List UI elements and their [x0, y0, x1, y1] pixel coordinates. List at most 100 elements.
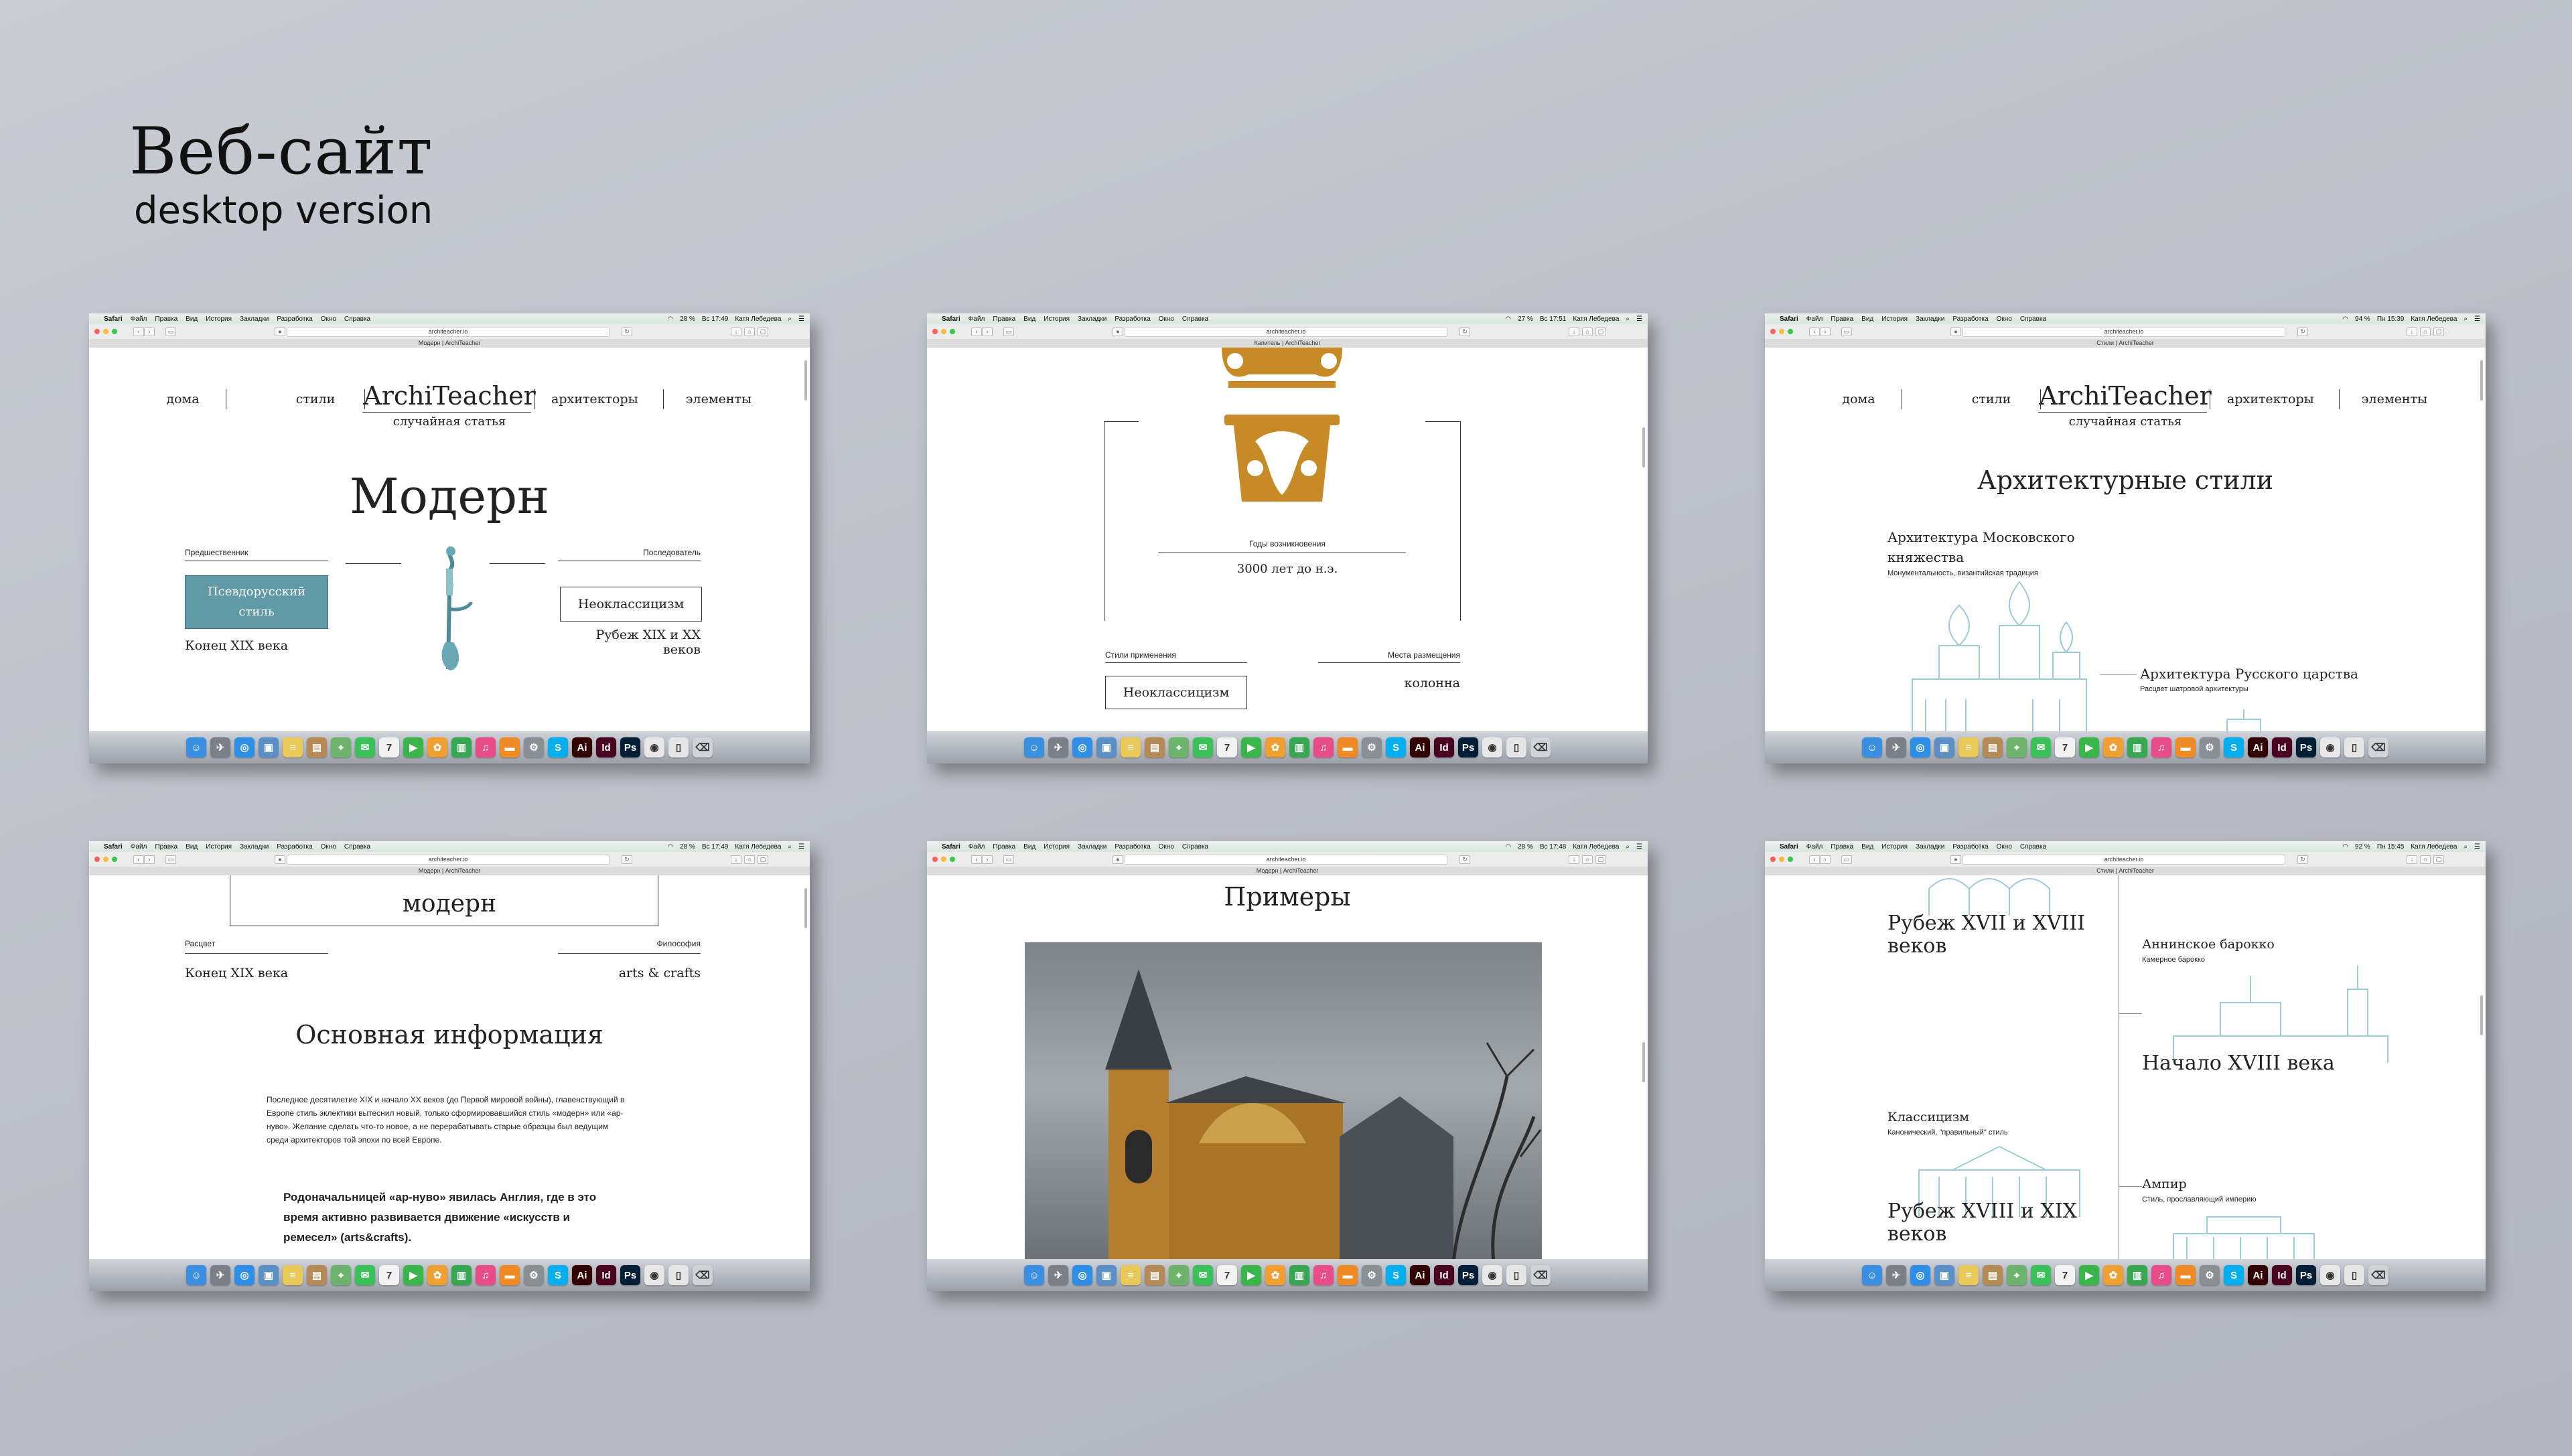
share-icon[interactable]: ⌂	[2420, 855, 2431, 864]
menu-item[interactable]: История	[206, 843, 232, 851]
dock-indesign-icon[interactable]: Id	[1434, 1265, 1454, 1285]
dock-finder-icon[interactable]: ☺	[1024, 1265, 1044, 1285]
tabs-icon[interactable]: ▢	[1595, 855, 1606, 864]
menu-item[interactable]: История	[1881, 843, 1908, 851]
search-icon[interactable]: ⌕	[1626, 315, 1630, 323]
tabs-icon[interactable]: ▢	[2433, 327, 2444, 336]
dock-maps-icon[interactable]: ⌖	[1169, 1265, 1189, 1285]
dock-messages-icon[interactable]: ✉	[1193, 737, 1213, 757]
clock[interactable]: Вс 17:49	[702, 315, 728, 323]
tabs-icon[interactable]: ▢	[758, 327, 768, 336]
minimize-button[interactable]	[1779, 329, 1784, 334]
dock-photoshop-icon[interactable]: Ps	[1458, 737, 1478, 757]
dock-messages-icon[interactable]: ✉	[355, 1265, 375, 1285]
user-name[interactable]: Катя Лебедева	[1573, 315, 1619, 323]
menu-item[interactable]: Safari	[104, 315, 123, 323]
address-bar[interactable]: architeacher.io	[287, 327, 610, 337]
menu-item[interactable]: Вид	[1023, 843, 1035, 851]
dock-chrome-icon[interactable]: ◉	[1482, 1265, 1502, 1285]
dock-safari-icon[interactable]: ◎	[1072, 1265, 1092, 1285]
wifi-icon[interactable]: ◠	[667, 843, 673, 851]
menu-item[interactable]: История	[1044, 315, 1070, 323]
reload-icon[interactable]: ↻	[1459, 327, 1470, 336]
dock-numbers-icon[interactable]: ▥	[451, 1265, 472, 1285]
dock-maps-icon[interactable]: ⌖	[331, 737, 351, 757]
download-icon[interactable]: ↓	[2407, 327, 2417, 336]
dock-contacts-icon[interactable]: ▤	[307, 1265, 327, 1285]
browser-tab[interactable]: Стили | ArchiTeacher	[1765, 339, 2486, 348]
sidebar-icon[interactable]: ▭	[165, 327, 176, 336]
random-article-link[interactable]: случайная статья	[89, 415, 810, 429]
forward-button[interactable]: ›	[1820, 327, 1831, 336]
menu-item[interactable]: Разработка	[1115, 315, 1150, 323]
menu-item[interactable]: Правка	[1831, 315, 1853, 323]
dock-maps-icon[interactable]: ⌖	[2007, 737, 2027, 757]
back-button[interactable]: ‹	[133, 855, 144, 864]
dock-preview-icon[interactable]: ▣	[1096, 737, 1117, 757]
dock-launchpad-icon[interactable]: ✈	[1886, 1265, 1906, 1285]
close-button[interactable]	[1770, 857, 1776, 862]
menu-item[interactable]: Справка	[2020, 843, 2046, 851]
dock-photos-icon[interactable]: ✿	[1265, 737, 1285, 757]
dock-finder-icon[interactable]: ☺	[186, 1265, 206, 1285]
menu-item[interactable]: Закладки	[1078, 843, 1106, 851]
zoom-button[interactable]	[112, 329, 117, 334]
dock-safari-icon[interactable]: ◎	[234, 1265, 255, 1285]
minimize-button[interactable]	[1779, 857, 1784, 862]
dock-launchpad-icon[interactable]: ✈	[1048, 1265, 1068, 1285]
forward-button[interactable]: ›	[1820, 855, 1831, 864]
browser-tab[interactable]: Модерн | ArchiTeacher	[89, 339, 810, 348]
download-icon[interactable]: ↓	[1569, 855, 1579, 864]
browser-tab[interactable]: Капитель | ArchiTeacher	[927, 339, 1648, 348]
dock-safari-icon[interactable]: ◎	[1910, 1265, 1930, 1285]
dock-safari-icon[interactable]: ◎	[1910, 737, 1930, 757]
shield-icon[interactable]: ●	[275, 327, 285, 336]
wifi-icon[interactable]: ◠	[1505, 843, 1511, 851]
dock-chrome-icon[interactable]: ◉	[1482, 737, 1502, 757]
dock-documents-icon[interactable]: ▯	[668, 1265, 689, 1285]
dock-maps-icon[interactable]: ⌖	[331, 1265, 351, 1285]
address-bar[interactable]: architeacher.io	[1962, 855, 2285, 865]
close-button[interactable]	[94, 329, 100, 334]
menu-item[interactable]: Правка	[1831, 843, 1853, 851]
address-bar[interactable]: architeacher.io	[1962, 327, 2285, 337]
successor-style-button[interactable]: Неоклассицизм	[560, 587, 702, 622]
menu-item[interactable]: Закладки	[1916, 843, 1944, 851]
dock-photos-icon[interactable]: ✿	[2103, 737, 2123, 757]
dock-indesign-icon[interactable]: Id	[596, 737, 616, 757]
menu-item[interactable]: Вид	[1861, 843, 1873, 851]
dock-facetime-icon[interactable]: ▶	[1241, 1265, 1261, 1285]
download-icon[interactable]: ↓	[1569, 327, 1579, 336]
menu-item[interactable]: Окно	[321, 843, 336, 851]
dock-ibooks-icon[interactable]: ▬	[2175, 1265, 2196, 1285]
clock[interactable]: Вс 17:51	[1540, 315, 1566, 323]
dock-calendar-icon[interactable]: 7	[1217, 1265, 1237, 1285]
dock-contacts-icon[interactable]: ▤	[1983, 737, 2003, 757]
clock[interactable]: Пн 15:45	[2377, 843, 2405, 851]
dock-maps-icon[interactable]: ⌖	[2007, 1265, 2027, 1285]
tabs-icon[interactable]: ▢	[1595, 327, 1606, 336]
address-bar[interactable]: architeacher.io	[287, 855, 610, 865]
dock-skype-icon[interactable]: S	[1386, 1265, 1406, 1285]
dock-ibooks-icon[interactable]: ▬	[500, 737, 520, 757]
dock-maps-icon[interactable]: ⌖	[1169, 737, 1189, 757]
menu-item[interactable]: Разработка	[1952, 843, 1988, 851]
user-name[interactable]: Катя Лебедева	[735, 315, 781, 323]
dock-preview-icon[interactable]: ▣	[259, 1265, 279, 1285]
dock-illustrator-icon[interactable]: Ai	[2248, 1265, 2268, 1285]
close-button[interactable]	[932, 857, 938, 862]
menu-item[interactable]: Вид	[186, 315, 198, 323]
dock-safari-icon[interactable]: ◎	[1072, 737, 1092, 757]
share-icon[interactable]: ⌂	[744, 855, 755, 864]
dock-launchpad-icon[interactable]: ✈	[210, 1265, 230, 1285]
dock-photos-icon[interactable]: ✿	[1265, 1265, 1285, 1285]
dock-facetime-icon[interactable]: ▶	[403, 1265, 423, 1285]
dock-photoshop-icon[interactable]: Ps	[620, 1265, 640, 1285]
dock-calendar-icon[interactable]: 7	[379, 1265, 399, 1285]
dock-photos-icon[interactable]: ✿	[2103, 1265, 2123, 1285]
close-button[interactable]	[1770, 329, 1776, 334]
dock-documents-icon[interactable]: ▯	[1506, 1265, 1526, 1285]
dock-messages-icon[interactable]: ✉	[355, 737, 375, 757]
sidebar-icon[interactable]: ▭	[1841, 327, 1852, 336]
menu-item[interactable]: Файл	[969, 843, 985, 851]
